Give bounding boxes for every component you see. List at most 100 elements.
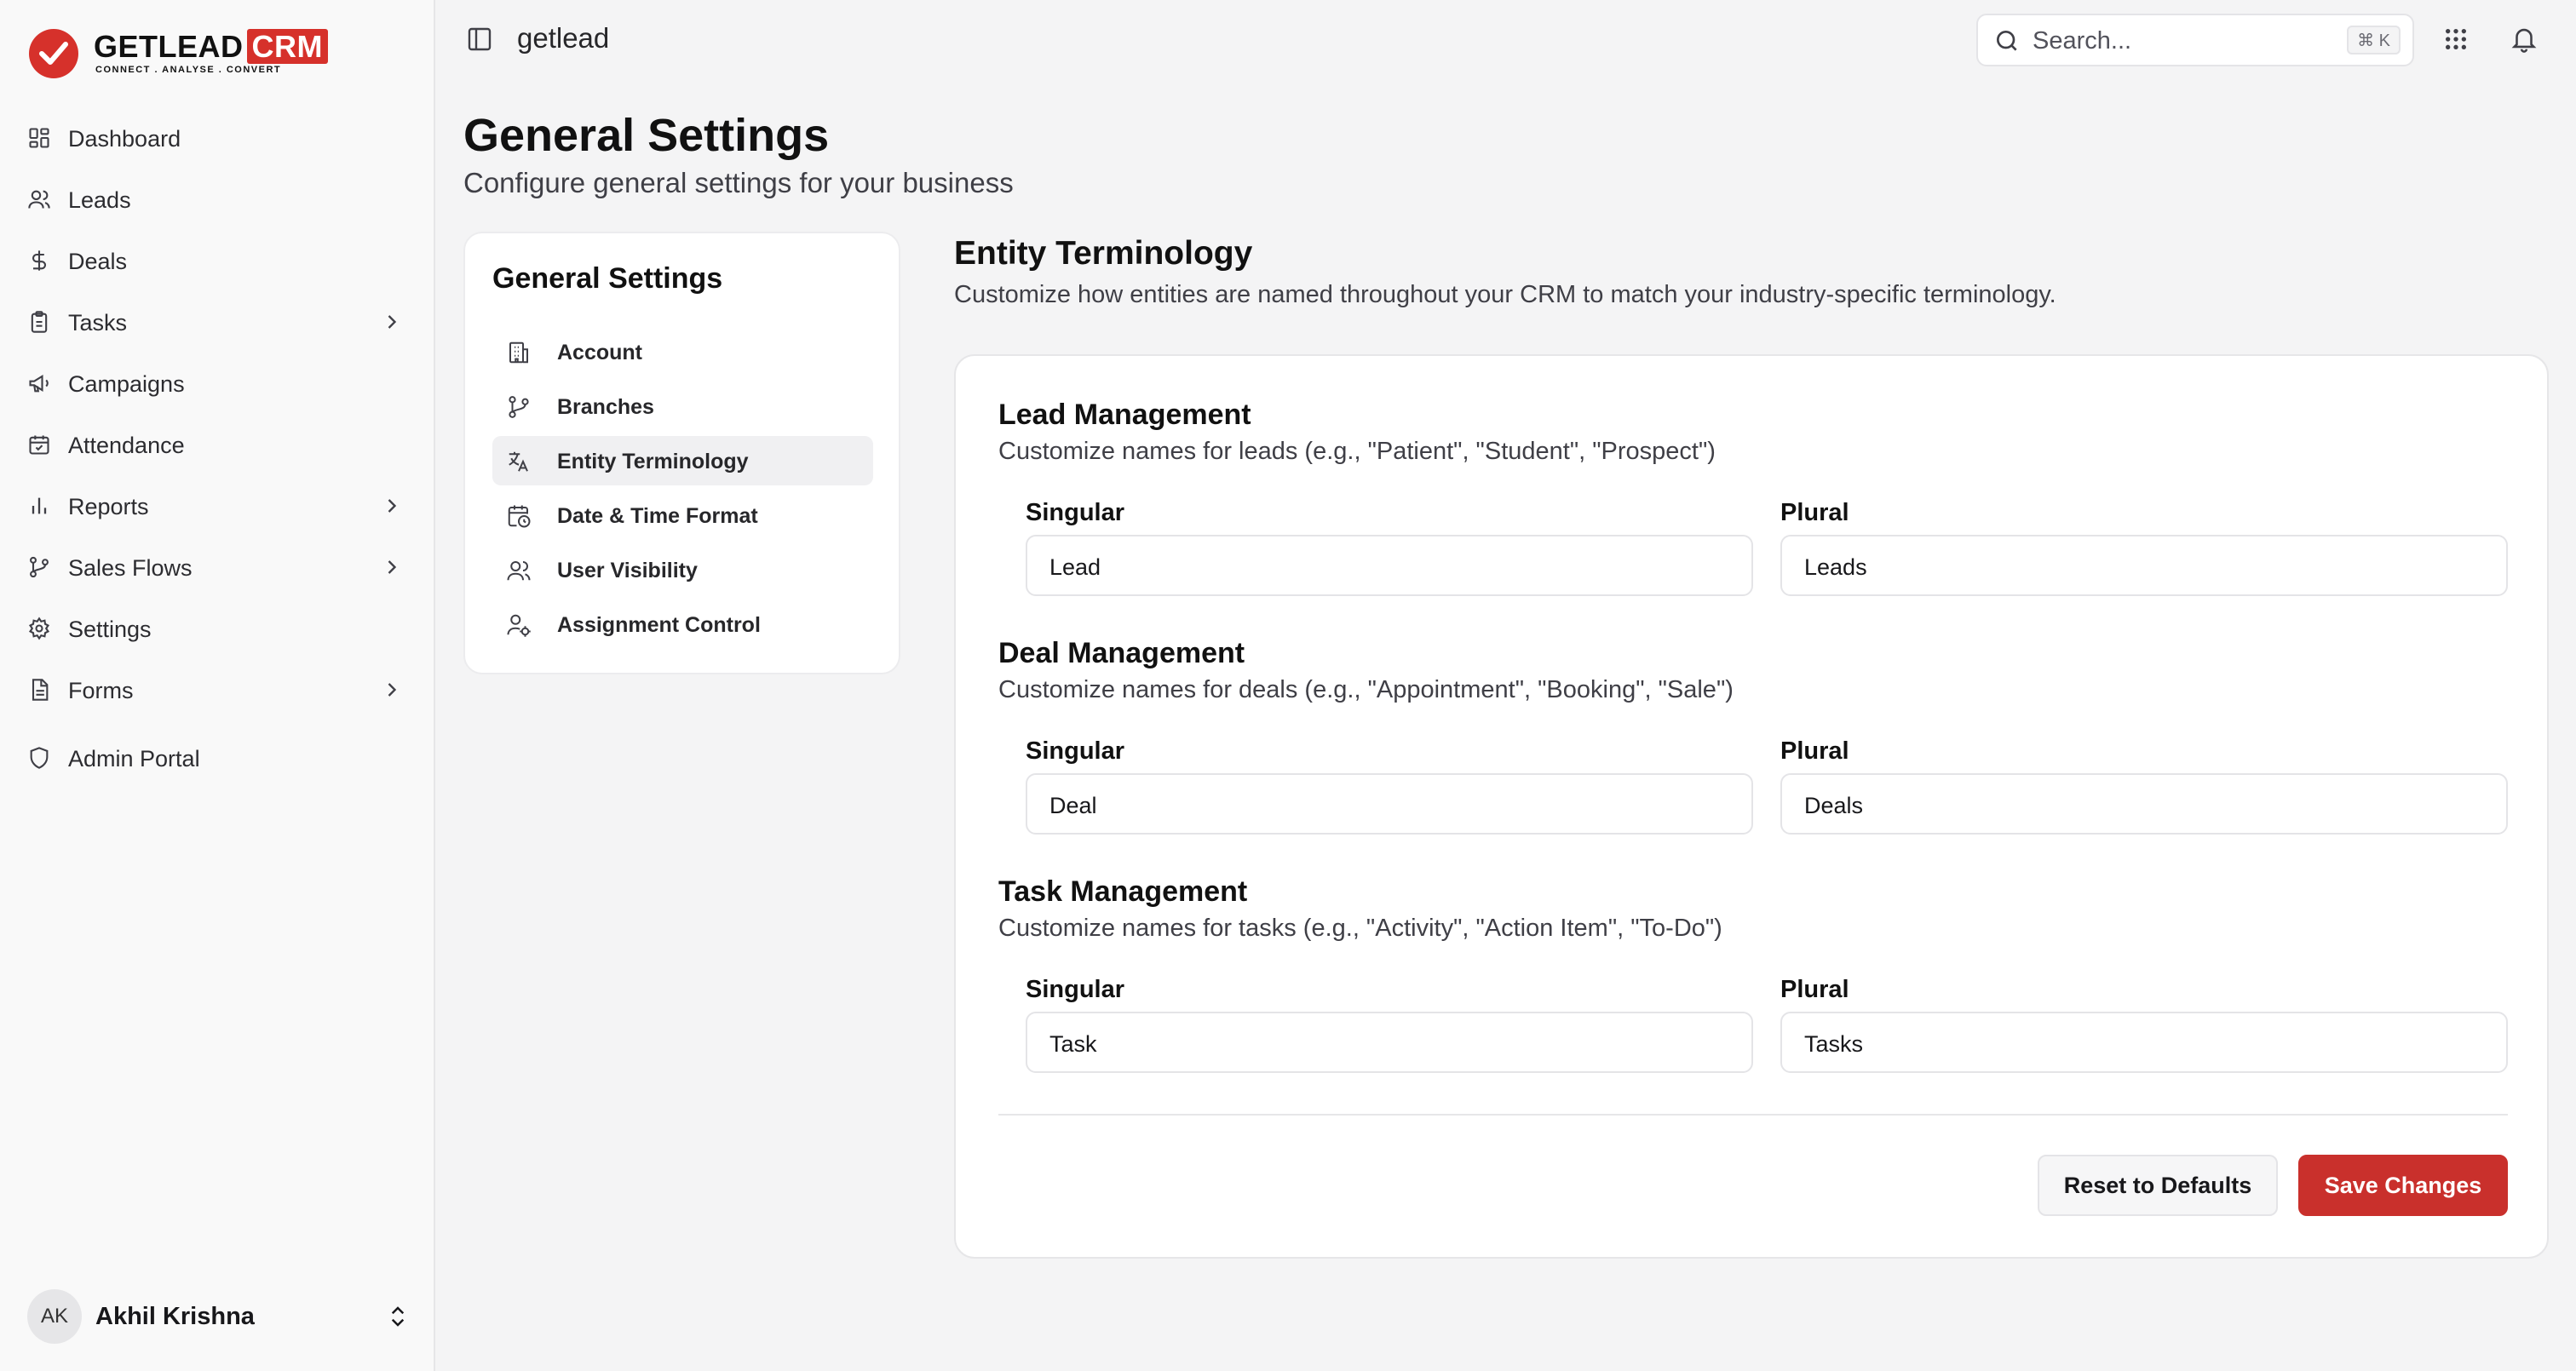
page-title: General Settings — [463, 110, 830, 161]
checkmark-logo-icon — [29, 29, 78, 78]
settings-nav-label: User Visibility — [557, 559, 698, 582]
user-cog-icon — [507, 614, 531, 637]
sidebar-item-label: Tasks — [68, 310, 128, 336]
git-branch-icon — [509, 396, 529, 418]
sidebar-item-tasks[interactable]: Tasks — [12, 296, 412, 347]
settings-nav-label: Date & Time Format — [557, 504, 758, 528]
lead-management-title: Lead Management — [998, 399, 1251, 431]
settings-nav-date-time-format[interactable]: Date & Time Format — [492, 490, 873, 540]
sidebar-item-admin-portal[interactable]: Admin Portal — [12, 732, 412, 783]
settings-nav-user-visibility[interactable]: User Visibility — [492, 545, 873, 594]
chevron-right-icon — [388, 560, 397, 574]
settings-nav-assignment-control[interactable]: Assignment Control — [492, 599, 873, 649]
calendar-clock-icon — [508, 505, 531, 528]
task-plural-label: Plural — [1780, 976, 1849, 1003]
search-shortcut-badge: ⌘ K — [2347, 26, 2401, 54]
settings-nav-label: Assignment Control — [557, 613, 761, 637]
search-icon — [1997, 31, 2017, 51]
bar-chart-icon — [32, 497, 47, 514]
settings-nav-branches[interactable]: Branches — [492, 381, 873, 431]
settings-nav-label: Account — [557, 341, 642, 364]
search-placeholder: Search... — [2033, 27, 2132, 54]
reset-to-defaults-button[interactable]: Reset to Defaults — [2038, 1155, 2278, 1216]
file-icon — [32, 679, 49, 701]
section-subtitle: Customize how entities are named through… — [954, 281, 2056, 308]
lead-management-subtitle: Customize names for leads (e.g., "Patien… — [998, 438, 1716, 465]
sidebar-item-label: Campaigns — [68, 371, 185, 397]
settings-nav-label: Entity Terminology — [557, 450, 749, 473]
task-plural-input[interactable]: Tasks — [1780, 1012, 2508, 1073]
git-branch-icon — [30, 556, 49, 578]
lead-singular-input[interactable]: Lead — [1026, 535, 1753, 596]
sidebar-item-deals[interactable]: Deals — [12, 235, 412, 286]
chevron-right-icon — [388, 499, 397, 513]
sidebar-item-label: Forms — [68, 678, 134, 703]
sidebar-item-label: Deals — [68, 249, 128, 274]
sidebar-item-label: Admin Portal — [68, 746, 200, 772]
gear-icon — [28, 617, 50, 640]
chevron-right-icon — [388, 315, 397, 329]
chevron-right-icon — [388, 683, 397, 697]
user-menu[interactable]: AK Akhil Krishna — [27, 1289, 411, 1344]
shield-icon — [30, 747, 49, 769]
lead-singular-label: Singular — [1026, 499, 1125, 526]
megaphone-icon — [29, 374, 49, 393]
settings-nav-label: Branches — [557, 395, 654, 419]
sidebar-item-label: Dashboard — [68, 126, 181, 152]
deal-management-subtitle: Customize names for deals (e.g., "Appoin… — [998, 676, 1734, 703]
task-management-title: Task Management — [998, 875, 1248, 908]
chevron-up-down-icon — [391, 1306, 405, 1327]
dollar-icon — [32, 250, 47, 271]
sidebar-item-dashboard[interactable]: Dashboard — [12, 112, 412, 163]
sidebar-item-label: Attendance — [68, 433, 185, 458]
building-icon — [509, 341, 528, 364]
page-subtitle: Configure general settings for your busi… — [463, 167, 1014, 198]
clipboard-icon — [31, 311, 48, 333]
divider — [998, 1114, 2508, 1116]
lead-plural-input[interactable]: Leads — [1780, 535, 2508, 596]
deal-plural-label: Plural — [1780, 737, 1849, 765]
calendar-check-icon — [29, 435, 49, 455]
grid-icon — [29, 128, 49, 148]
settings-nav-account[interactable]: Account — [492, 327, 873, 376]
section-title: Entity Terminology — [954, 235, 1253, 272]
sidebar-item-label: Reports — [68, 494, 149, 519]
sidebar-item-reports[interactable]: Reports — [12, 480, 412, 531]
bell-icon[interactable] — [2510, 24, 2539, 53]
lead-plural-label: Plural — [1780, 499, 1849, 526]
save-changes-button[interactable]: Save Changes — [2298, 1155, 2508, 1216]
brand-tagline: CONNECT . ANALYSE . CONVERT — [95, 65, 282, 75]
avatar: AK — [27, 1289, 82, 1344]
search-input[interactable]: Search... ⌘ K — [1976, 14, 2414, 66]
deal-singular-label: Singular — [1026, 737, 1125, 765]
task-management-subtitle: Customize names for tasks (e.g., "Activi… — [998, 915, 1722, 942]
deal-plural-input[interactable]: Deals — [1780, 773, 2508, 835]
breadcrumb[interactable]: getlead — [517, 22, 609, 54]
task-singular-input[interactable]: Task — [1026, 1012, 1753, 1073]
sidebar-item-sales-flows[interactable]: Sales Flows — [12, 542, 412, 593]
topbar: getlead Search... ⌘ K — [437, 0, 2576, 82]
sidebar-item-label: Sales Flows — [68, 555, 193, 581]
entity-terminology-card: Lead Management Customize names for lead… — [954, 354, 2549, 1259]
getlead-logo[interactable]: GETLEAD CRM CONNECT . ANALYSE . CONVERT — [29, 27, 328, 80]
settings-nav-entity-terminology[interactable]: Entity Terminology — [492, 436, 873, 485]
users-icon — [507, 561, 531, 581]
apps-grid-icon[interactable] — [2442, 26, 2470, 53]
sidebar-item-leads[interactable]: Leads — [12, 174, 412, 225]
sidebar-toggle-icon[interactable] — [466, 26, 493, 53]
settings-nav-title: General Settings — [492, 262, 723, 295]
users-icon — [28, 190, 50, 209]
sidebar-item-settings[interactable]: Settings — [12, 603, 412, 654]
sidebar-item-label: Leads — [68, 187, 131, 213]
translate-icon — [509, 451, 528, 472]
sidebar-item-attendance[interactable]: Attendance — [12, 419, 412, 470]
task-singular-label: Singular — [1026, 976, 1125, 1003]
brand-name: GETLEAD CRM — [94, 29, 328, 65]
deal-management-title: Deal Management — [998, 637, 1245, 669]
sidebar-item-label: Settings — [68, 617, 152, 642]
sidebar-item-campaigns[interactable]: Campaigns — [12, 358, 412, 409]
deal-singular-input[interactable]: Deal — [1026, 773, 1753, 835]
sidebar: GETLEAD CRM CONNECT . ANALYSE . CONVERT D… — [0, 0, 435, 1371]
sidebar-item-forms[interactable]: Forms — [12, 664, 412, 715]
user-name: Akhil Krishna — [95, 1303, 255, 1330]
